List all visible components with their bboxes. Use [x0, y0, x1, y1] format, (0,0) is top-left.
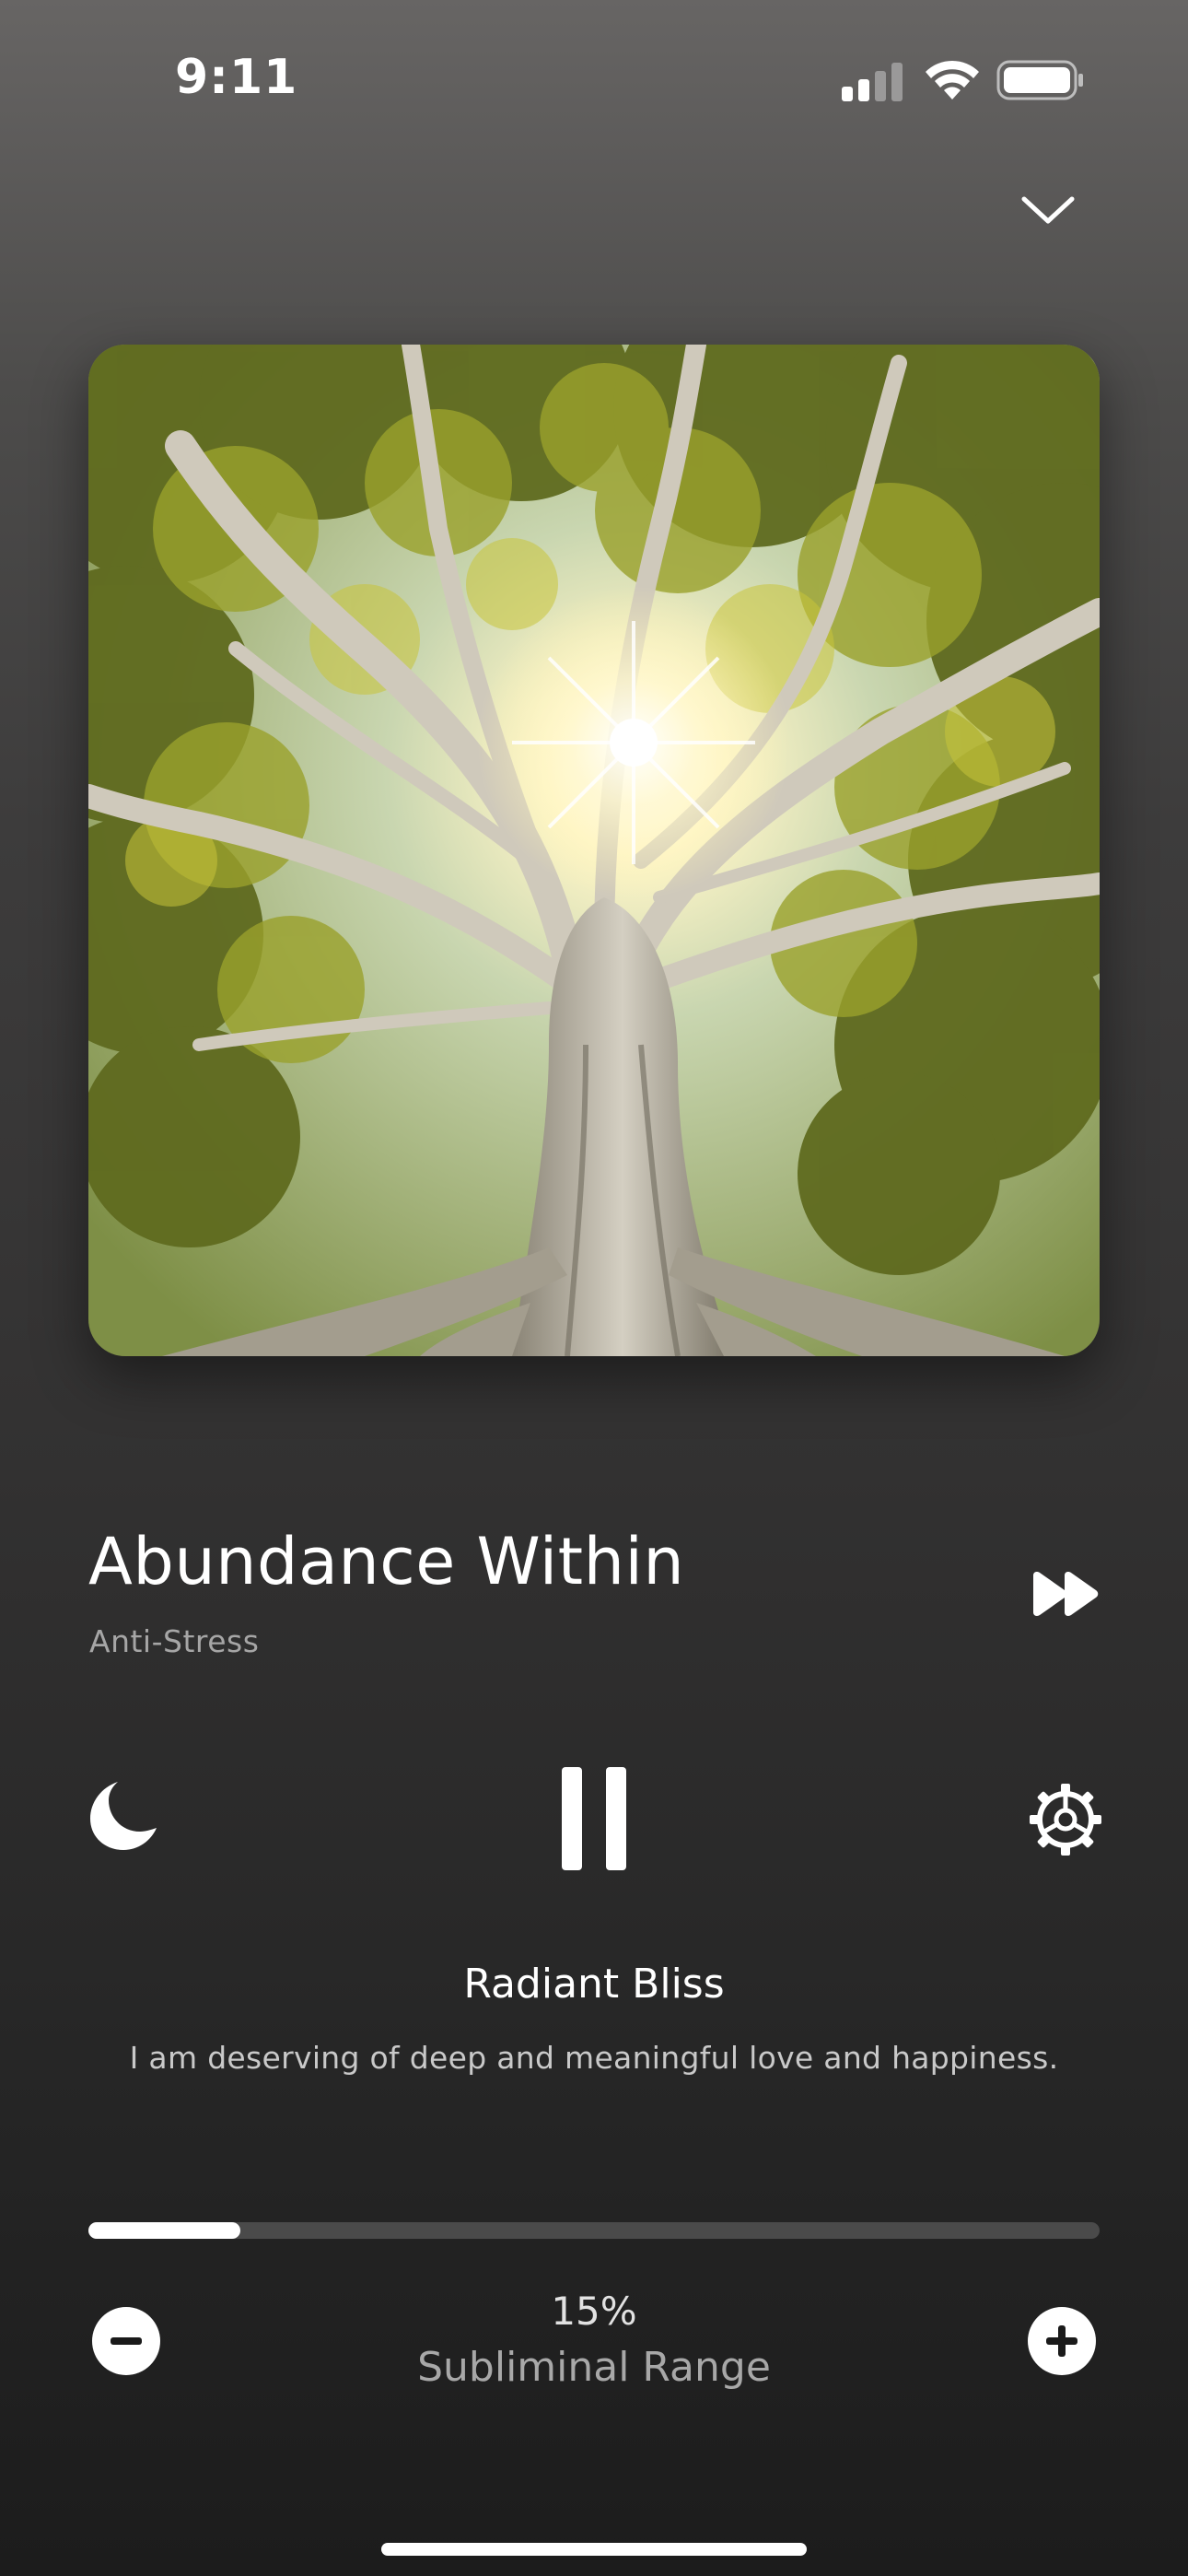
- subliminal-range-slider[interactable]: [88, 2222, 1100, 2239]
- battery-icon: [996, 60, 1083, 100]
- subliminal-range-label: Subliminal Range: [417, 2344, 771, 2391]
- tree-photo: [88, 345, 1100, 1356]
- signal-icon: [842, 63, 903, 101]
- chevron-down-icon[interactable]: [1019, 190, 1077, 230]
- track-category: Anti-Stress: [89, 1623, 260, 1659]
- subliminal-range-percent: 15%: [551, 2289, 637, 2334]
- wifi-icon: [926, 60, 979, 100]
- affirmation-title: Radiant Bliss: [463, 1961, 725, 2008]
- subliminal-range-fill: [88, 2222, 240, 2239]
- track-title: Abundance Within: [88, 1524, 685, 1599]
- pause-icon[interactable]: [562, 1767, 626, 1870]
- affirmation-text: I am deserving of deep and meaningful lo…: [129, 2040, 1059, 2076]
- home-indicator[interactable]: [381, 2543, 807, 2556]
- album-artwork: [88, 345, 1100, 1356]
- fast-forward-icon[interactable]: [1030, 1570, 1101, 1618]
- gear-icon[interactable]: [1030, 1784, 1101, 1856]
- status-time: 9:11: [175, 50, 298, 105]
- moon-icon[interactable]: [87, 1778, 160, 1852]
